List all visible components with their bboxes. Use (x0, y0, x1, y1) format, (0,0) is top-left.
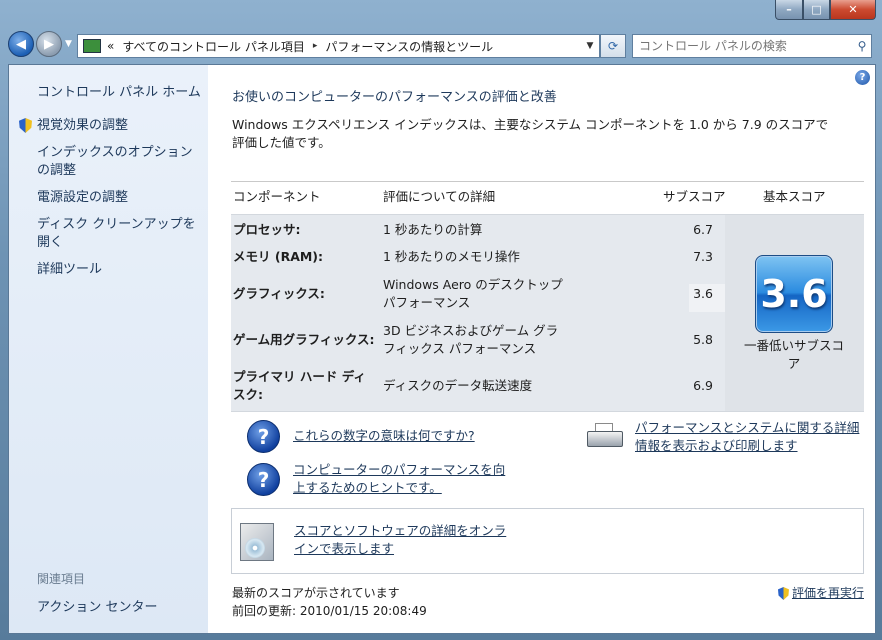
sidebar-item-label[interactable]: インデックスのオプションの調整 (37, 144, 199, 180)
search-icon[interactable]: ⚲ (853, 39, 871, 53)
sidebar-item-power-settings[interactable]: 電源設定の調整 (19, 189, 199, 207)
score-status: 最新のスコアが示されています 前回の更新: 2010/01/15 20:08:4… (232, 584, 427, 620)
help-question-icon[interactable]: ? (247, 420, 280, 453)
breadcrumb-all-items[interactable]: すべてのコントロール パネル項目 (122, 38, 305, 55)
performance-tips-link[interactable]: コンピューターのパフォーマンスを向上するためのヒントです。 (293, 461, 513, 497)
base-score-label: 一番低いサブスコア (743, 338, 844, 371)
refresh-icon: ⟳ (607, 39, 619, 53)
component-subscore: 7.3 (693, 249, 713, 264)
rerun-assessment-label[interactable]: 評価を再実行 (792, 584, 864, 602)
breadcrumb-performance[interactable]: パフォーマンスの情報とツール (325, 38, 493, 55)
component-name: グラフィックス: (233, 286, 325, 301)
column-header-component: コンポーネント (233, 189, 321, 204)
online-details-box: スコアとソフトウェアの詳細をオンラインで表示します (231, 508, 864, 574)
maximize-button[interactable]: □ (803, 0, 830, 20)
component-detail: 1 秒あたりのメモリ操作 (383, 249, 520, 264)
sidebar-related-header: 関連項目 (37, 572, 86, 586)
table-row: プライマリ ハード ディスク: ディスクのデータ転送速度 6.9 (231, 368, 713, 404)
component-subscore: 3.6 (693, 286, 713, 301)
sidebar-item-visual-effects[interactable]: 視覚効果の調整 (19, 117, 199, 135)
column-header-base-score: 基本スコア (763, 189, 826, 204)
breadcrumb-separator-icon[interactable]: ▸ (313, 41, 318, 51)
component-detail: ディスクのデータ転送速度 (383, 378, 533, 393)
minimize-button[interactable]: – (775, 0, 803, 20)
back-arrow-icon[interactable]: ◀ (8, 31, 34, 57)
navigation-buttons: ◀ ▶ ▼ (8, 31, 72, 57)
rerun-assessment-link[interactable]: 評価を再実行 (777, 584, 864, 602)
score-table: コンポーネント 評価についての詳細 サブスコア 基本スコア プロセッサ: 1 秒… (231, 181, 864, 412)
printer-icon[interactable] (587, 423, 623, 449)
content-area: コントロール パネル ホーム 視覚効果の調整 インデックスのオプションの調整 電… (8, 64, 876, 634)
sidebar-item-label[interactable]: 視覚効果の調整 (37, 117, 128, 135)
refresh-button[interactable]: ⟳ (600, 34, 626, 58)
window-frame: – □ ✕ ◀ ▶ ▼ « すべてのコントロール パネル項目 ▸ パフォーマンス… (0, 0, 882, 640)
table-row: メモリ (RAM): 1 秒あたりのメモリ操作 7.3 (231, 248, 713, 266)
sidebar-task-list: 視覚効果の調整 インデックスのオプションの調整 電源設定の調整 ディスク クリー… (19, 117, 199, 288)
recent-pages-dropdown-icon[interactable]: ▼ (65, 39, 72, 49)
sidebar-control-panel-home[interactable]: コントロール パネル ホーム (37, 81, 201, 100)
sidebar-item-disk-cleanup[interactable]: ディスク クリーンアップを開く (19, 216, 199, 252)
search-box[interactable]: ⚲ (632, 34, 872, 58)
table-header: コンポーネント 評価についての詳細 サブスコア 基本スコア (231, 181, 864, 214)
print-details-link[interactable]: パフォーマンスとシステムに関する詳細情報を表示および印刷します (635, 419, 867, 455)
component-subscore: 5.8 (693, 332, 713, 347)
table-body: プロセッサ: 1 秒あたりの計算 6.7 メモリ (RAM): 1 秒あたりのメ… (231, 214, 864, 412)
page-description: Windows エクスペリエンス インデックスは、主要なシステム コンポーネント… (232, 117, 829, 150)
search-input[interactable] (633, 38, 853, 54)
control-panel-icon (83, 39, 101, 53)
breadcrumb: « すべてのコントロール パネル項目 ▸ パフォーマンスの情報とツール (107, 38, 581, 55)
table-row: グラフィックス: Windows Aero のデスクトップ パフォーマンス 3.… (231, 276, 713, 312)
base-score-column: 3.6 一番低いサブスコア (725, 215, 864, 411)
sidebar-item-action-center[interactable]: アクション センター (37, 596, 157, 615)
component-detail: 1 秒あたりの計算 (383, 222, 483, 237)
table-row: プロセッサ: 1 秒あたりの計算 6.7 (231, 221, 713, 239)
forward-arrow-icon[interactable]: ▶ (36, 31, 62, 57)
table-row: ゲーム用グラフィックス: 3D ビジネスおよびゲーム グラフィックス パフォーマ… (231, 322, 713, 358)
help-question-icon[interactable]: ? (247, 463, 280, 496)
latest-score-text: 最新のスコアが示されています (232, 586, 400, 600)
component-subscore: 6.9 (693, 378, 713, 393)
component-name: メモリ (RAM): (233, 249, 324, 264)
address-dropdown-icon[interactable]: ▼ (581, 41, 599, 51)
sidebar: コントロール パネル ホーム 視覚効果の調整 インデックスのオプションの調整 電… (9, 65, 208, 633)
uac-shield-icon (777, 587, 789, 600)
close-button[interactable]: ✕ (830, 0, 876, 20)
window-controls: – □ ✕ (775, 0, 876, 20)
component-name: プロセッサ: (233, 222, 301, 237)
last-update-text: 前回の更新: 2010/01/15 20:08:49 (232, 604, 427, 618)
online-details-link[interactable]: スコアとソフトウェアの詳細をオンラインで表示します (294, 522, 514, 558)
address-bar[interactable]: « すべてのコントロール パネル項目 ▸ パフォーマンスの情報とツール ▼ (77, 34, 600, 58)
sidebar-item-label[interactable]: ディスク クリーンアップを開く (37, 216, 199, 252)
breadcrumb-overflow[interactable]: « (107, 39, 114, 53)
uac-shield-icon (19, 118, 32, 133)
component-detail: 3D ビジネスおよびゲーム グラフィックス パフォーマンス (383, 323, 559, 356)
sidebar-item-indexing-options[interactable]: インデックスのオプションの調整 (19, 144, 199, 180)
component-subscore: 6.7 (693, 222, 713, 237)
component-name: プライマリ ハード ディスク: (233, 369, 366, 402)
component-name: ゲーム用グラフィックス: (233, 332, 375, 347)
sidebar-item-label[interactable]: 電源設定の調整 (37, 189, 128, 207)
what-numbers-mean-link[interactable]: これらの数字の意味は何ですか? (293, 427, 553, 445)
column-header-detail: 評価についての詳細 (383, 189, 496, 204)
software-box-icon (240, 523, 274, 561)
base-score-badge: 3.6 (755, 255, 833, 333)
component-detail: Windows Aero のデスクトップ パフォーマンス (383, 277, 563, 310)
sidebar-item-label[interactable]: 詳細ツール (37, 261, 102, 279)
help-icon[interactable]: ? (855, 70, 870, 85)
page-title: お使いのコンピューターのパフォーマンスの評価と改善 (232, 90, 557, 105)
sidebar-item-advanced-tools[interactable]: 詳細ツール (19, 261, 199, 279)
column-header-subscore: サブスコア (663, 189, 726, 204)
